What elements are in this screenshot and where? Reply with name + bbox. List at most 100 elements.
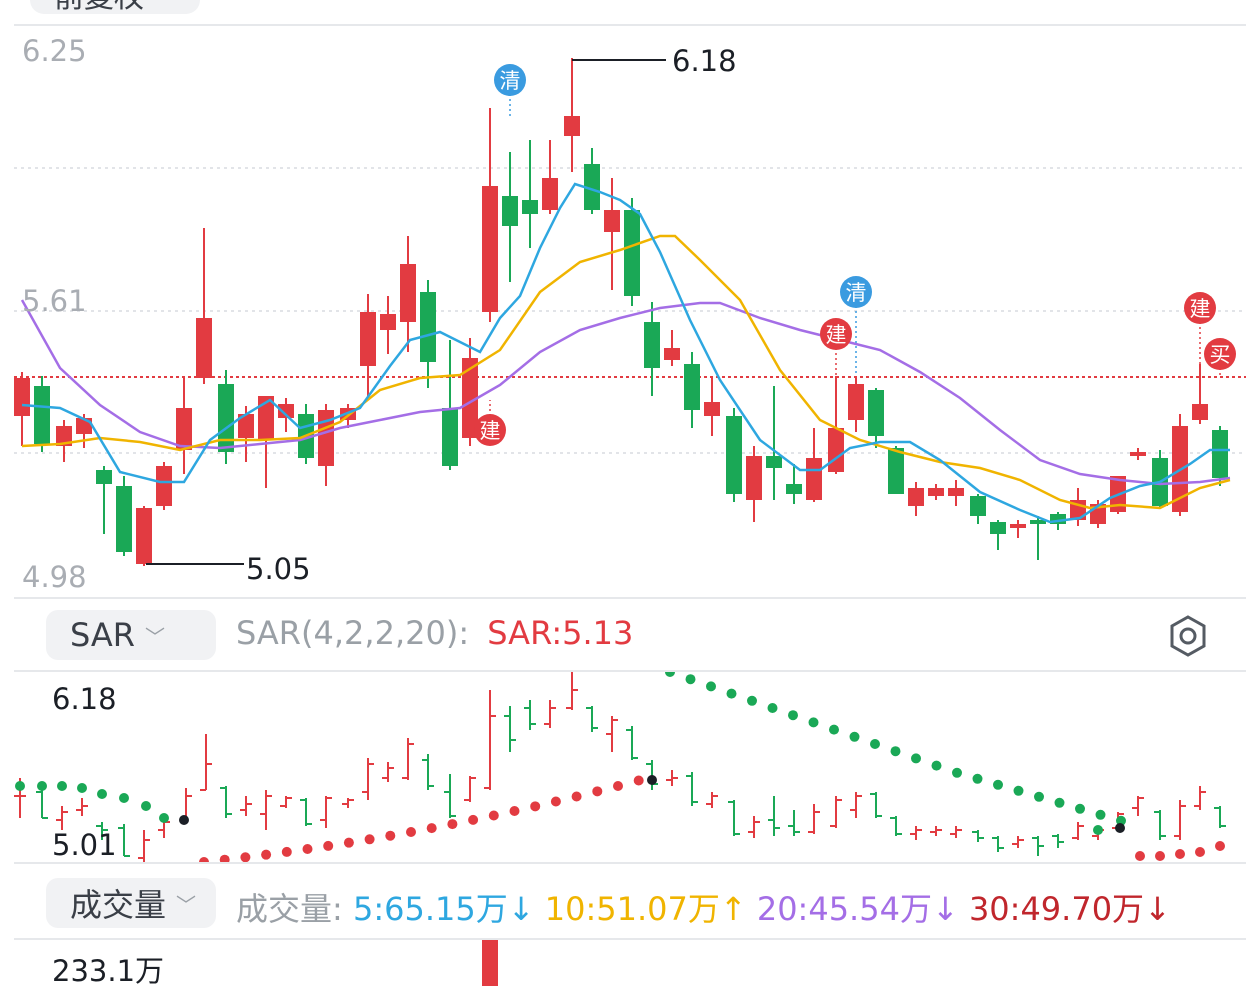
signal-marker-text: 建 xyxy=(480,419,501,443)
candle-body xyxy=(96,470,112,484)
sar-dot xyxy=(159,813,169,823)
signal-marker-text: 建 xyxy=(826,323,847,347)
candle-body xyxy=(746,456,762,500)
sar-dot xyxy=(870,739,880,749)
volume-ma20-arrow-icon: ↓ xyxy=(931,890,959,928)
candle-body xyxy=(786,484,802,494)
volume-ma5-arrow-icon: ↓ xyxy=(507,890,535,928)
candle-body xyxy=(442,408,458,466)
candle-body xyxy=(888,448,904,494)
candle-body xyxy=(726,416,742,494)
volume-ma30-arrow-icon: ↓ xyxy=(1144,890,1171,928)
y-axis-min-label: 4.98 xyxy=(22,560,87,594)
sar-dot xyxy=(323,840,334,851)
candle-body xyxy=(400,264,416,322)
y-axis-max-label: 6.25 xyxy=(22,34,87,68)
chevron-down-icon: ﹀ xyxy=(145,624,166,649)
candle-body xyxy=(948,488,964,496)
chevron-down-icon: ﹀ xyxy=(176,892,197,917)
candle-body xyxy=(522,200,538,214)
candle-body xyxy=(218,384,234,452)
sar-dot xyxy=(829,724,839,735)
sar-chart[interactable] xyxy=(0,672,1260,864)
candle-body xyxy=(176,408,192,450)
sar-dot xyxy=(1095,809,1106,820)
sar-dot xyxy=(77,783,87,793)
candle-body xyxy=(644,322,660,368)
sar-dot xyxy=(261,849,272,860)
sar-dot xyxy=(385,830,396,841)
sar-dot xyxy=(57,781,67,791)
volume-title-label: 成交量: xyxy=(236,890,343,928)
candle-body xyxy=(664,348,680,360)
sar-dot xyxy=(364,834,375,845)
sar-y-max-label: 6.18 xyxy=(52,682,117,716)
sar-dot xyxy=(281,846,292,857)
sar-dot xyxy=(849,731,860,742)
price-adjust-tab-label: 前复权 xyxy=(54,0,144,16)
candle-body xyxy=(1192,404,1208,420)
candle-body xyxy=(806,458,822,500)
sar-dot xyxy=(1215,841,1225,851)
volume-ma10-arrow-icon: ↑ xyxy=(719,890,747,928)
sar-dot xyxy=(119,793,129,803)
sar-dot xyxy=(911,753,921,764)
candle-body xyxy=(136,508,152,564)
indicator-selector-volume[interactable]: 成交量 ﹀ xyxy=(46,878,216,928)
sar-dot xyxy=(530,801,541,812)
volume-bar xyxy=(482,940,498,986)
volume-ma5-value: 5:65.15万 xyxy=(352,890,508,928)
candle-body xyxy=(1010,524,1026,528)
candle-body xyxy=(1130,452,1146,456)
sar-dot xyxy=(706,681,716,692)
volume-divider xyxy=(14,938,1246,940)
candle-body xyxy=(196,318,212,378)
candle-body xyxy=(604,210,620,232)
sar-dot xyxy=(747,695,757,706)
sar-dot xyxy=(426,823,437,834)
candle-body xyxy=(828,428,844,472)
sar-dot xyxy=(1013,785,1024,796)
signal-marker-text: 清 xyxy=(846,281,867,305)
settings-icon[interactable] xyxy=(1166,614,1210,658)
sar-dot xyxy=(550,796,561,807)
candle-body xyxy=(970,496,986,516)
sar-dot xyxy=(613,781,623,791)
candle-body xyxy=(482,186,498,312)
kline-chart[interactable]: 清建清建建买 xyxy=(0,26,1260,600)
candle-body xyxy=(848,384,864,420)
sar-dot xyxy=(633,775,644,786)
sar-dot xyxy=(1195,847,1205,857)
sar-values-row: SAR(4,2,2,20): SAR:5.13 xyxy=(236,614,633,652)
sar-dot xyxy=(1034,791,1044,802)
sar-dot xyxy=(685,674,696,685)
sar-dot xyxy=(1093,825,1103,835)
sar-dot xyxy=(1175,849,1185,859)
volume-ma30-value: 30:49.70万 xyxy=(968,890,1145,928)
signal-marker-text: 建 xyxy=(1190,297,1211,321)
low-price-label: 5.05 xyxy=(246,552,311,586)
sar-dot xyxy=(726,688,737,699)
sar-value-label: SAR:5.13 xyxy=(487,614,634,652)
candle-body xyxy=(684,364,700,410)
sar-dot xyxy=(141,801,151,811)
sar-dot xyxy=(767,703,778,713)
sar-dot xyxy=(993,779,1003,790)
sar-dot xyxy=(488,810,499,821)
sar-dot xyxy=(647,775,657,785)
candle-body xyxy=(704,402,720,416)
volume-ma20-value: 20:45.54万 xyxy=(756,890,932,928)
candle-body xyxy=(14,378,30,416)
sar-dot xyxy=(788,710,798,721)
volume-y-max-label: 233.1万 xyxy=(52,954,165,988)
candle-body xyxy=(542,178,558,210)
sar-dot xyxy=(808,717,819,728)
indicator-selector-sar[interactable]: SAR ﹀ xyxy=(46,610,216,660)
sar-dot xyxy=(15,781,25,791)
candle-body xyxy=(502,196,518,226)
volume-selector-label: 成交量 xyxy=(70,886,167,924)
price-adjust-tab[interactable]: 前复权 xyxy=(30,0,200,16)
indicator-selector-label: SAR xyxy=(70,616,136,654)
sar-dot xyxy=(571,791,582,802)
y-axis-mid-label: 5.61 xyxy=(22,284,87,318)
